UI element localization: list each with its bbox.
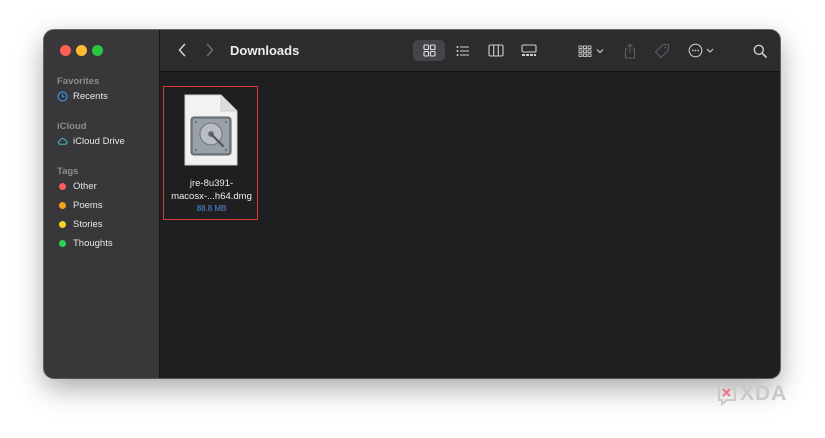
sidebar-item-tag-other[interactable]: Other xyxy=(57,178,97,194)
tag-icon[interactable] xyxy=(651,40,673,61)
yellow-tag-dot xyxy=(59,220,66,228)
sidebar: Favorites Recents iCloud iCloud Drive Ta… xyxy=(44,30,160,378)
minimize-button[interactable] xyxy=(76,45,87,56)
list-view-icon[interactable] xyxy=(449,40,477,61)
sidebar-section-favorites: Favorites xyxy=(57,76,100,87)
sidebar-item-label: Poems xyxy=(73,199,103,211)
sidebar-item-tag-stories[interactable]: Stories xyxy=(57,216,103,232)
finder-window: Favorites Recents iCloud iCloud Drive Ta… xyxy=(44,30,780,378)
sidebar-item-label: Other xyxy=(73,180,97,192)
clock-icon xyxy=(57,90,68,102)
more-icon[interactable] xyxy=(686,40,718,61)
sidebar-item-label: iCloud Drive xyxy=(73,135,125,147)
sidebar-item-recents[interactable]: Recents xyxy=(57,88,108,104)
sidebar-item-tag-thoughts[interactable]: Thoughts xyxy=(57,235,113,251)
group-icon[interactable] xyxy=(576,40,608,61)
green-tag-dot xyxy=(59,239,66,247)
disk-image-icon xyxy=(183,94,239,171)
file-name-line-2: macosx-...h64.dmg xyxy=(171,191,252,202)
watermark-text: XDA xyxy=(740,382,788,405)
share-icon[interactable] xyxy=(620,40,640,61)
orange-tag-dot xyxy=(59,201,66,209)
zoom-button[interactable] xyxy=(92,45,103,56)
back-icon[interactable] xyxy=(174,42,190,58)
sidebar-item-icloud-drive[interactable]: iCloud Drive xyxy=(57,133,125,149)
column-view-icon[interactable] xyxy=(482,40,510,61)
close-button[interactable] xyxy=(60,45,71,56)
icon-view-icon[interactable] xyxy=(413,40,445,61)
xda-watermark: XDA xyxy=(717,381,787,407)
xda-logo-icon xyxy=(717,382,737,406)
toolbar: Downloads xyxy=(160,30,780,72)
sidebar-item-tag-poems[interactable]: Poems xyxy=(57,197,103,213)
gallery-view-icon[interactable] xyxy=(515,40,543,61)
cloud-icon xyxy=(57,136,68,147)
file-size: 88.8 MB xyxy=(196,204,227,213)
file-item[interactable]: jre-8u391- macosx-...h64.dmg 88.8 MB xyxy=(163,86,258,220)
forward-icon[interactable] xyxy=(202,42,218,58)
window-title: Downloads xyxy=(230,43,300,58)
sidebar-item-label: Thoughts xyxy=(73,237,113,249)
sidebar-section-icloud: iCloud xyxy=(57,121,87,132)
file-name-line-1: jre-8u391- xyxy=(189,178,234,189)
sidebar-item-label: Stories xyxy=(73,218,103,230)
search-icon[interactable] xyxy=(749,40,771,61)
sidebar-section-tags: Tags xyxy=(57,166,79,177)
red-tag-dot xyxy=(59,182,66,190)
sidebar-item-label: Recents xyxy=(73,90,108,102)
